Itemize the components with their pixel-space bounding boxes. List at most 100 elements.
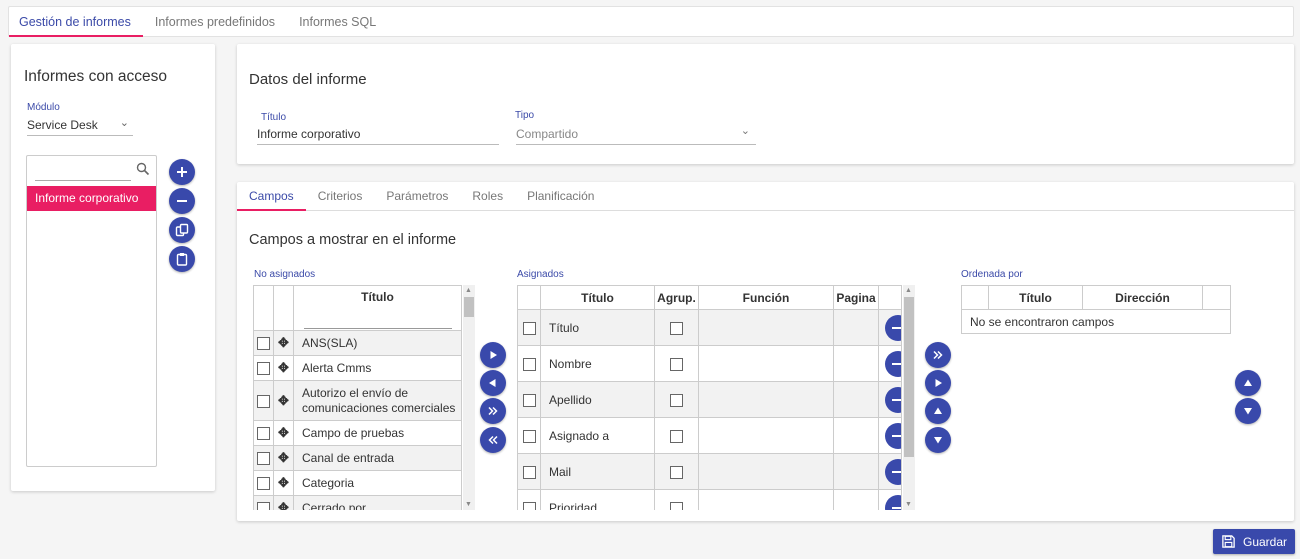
page-cell[interactable] xyxy=(833,417,879,454)
remove-icon xyxy=(892,507,901,509)
scroll-up-icon[interactable]: ▲ xyxy=(905,287,912,294)
group-checkbox[interactable] xyxy=(670,357,683,371)
function-cell[interactable] xyxy=(698,309,834,346)
tab-informes-predefinidos[interactable]: Informes predefinidos xyxy=(143,7,287,36)
group-checkbox[interactable] xyxy=(670,501,683,510)
unassigned-row[interactable]: ✥ Alerta Cmms xyxy=(253,355,462,381)
scroll-down-icon[interactable]: ▼ xyxy=(905,501,912,508)
row-checkbox[interactable] xyxy=(257,452,270,466)
search-icon[interactable] xyxy=(136,162,150,176)
drag-handle-icon[interactable]: ✥ xyxy=(273,495,294,510)
remove-report-button[interactable] xyxy=(169,188,195,214)
drag-handle-icon[interactable]: ✥ xyxy=(273,445,294,471)
assigned-row[interactable]: Prioridad xyxy=(517,489,902,510)
row-title: ANS(SLA) xyxy=(293,330,462,356)
group-checkbox[interactable] xyxy=(670,465,683,479)
remove-field-button[interactable] xyxy=(885,315,901,341)
unassigned-row[interactable]: ✥ Cerrado por xyxy=(253,495,462,510)
drag-handle-icon[interactable]: ✥ xyxy=(273,470,294,496)
row-checkbox[interactable] xyxy=(257,337,270,351)
module-select[interactable]: Service Desk ⌄ xyxy=(27,117,133,136)
tab-campos[interactable]: Campos xyxy=(237,182,306,211)
function-cell[interactable] xyxy=(698,381,834,418)
page-cell[interactable] xyxy=(833,345,879,382)
save-button[interactable]: Guardar xyxy=(1213,529,1295,554)
unassigned-scrollbar[interactable]: ▲ ▼ xyxy=(463,285,475,510)
group-checkbox[interactable] xyxy=(670,321,683,335)
tab-criterios[interactable]: Criterios xyxy=(306,182,375,210)
assigned-row[interactable]: Asignado a xyxy=(517,417,902,454)
assigned-row[interactable]: Título xyxy=(517,309,902,346)
page-cell[interactable] xyxy=(833,453,879,490)
drag-handle-icon[interactable]: ✥ xyxy=(273,380,294,421)
remove-field-button[interactable] xyxy=(885,423,901,449)
tab-parametros[interactable]: Parámetros xyxy=(374,182,460,210)
assigned-row[interactable]: Mail xyxy=(517,453,902,490)
unassigned-row[interactable]: ✥ Categoria xyxy=(253,470,462,496)
page-cell[interactable] xyxy=(833,381,879,418)
remove-field-button[interactable] xyxy=(885,387,901,413)
type-select[interactable]: Compartido ⌄ xyxy=(516,125,756,145)
function-cell[interactable] xyxy=(698,453,834,490)
report-list-item[interactable]: Informe corporativo xyxy=(27,186,156,211)
unassigned-row[interactable]: ✥ Campo de pruebas xyxy=(253,420,462,446)
add-report-button[interactable] xyxy=(169,159,195,185)
function-cell[interactable] xyxy=(698,345,834,382)
row-checkbox[interactable] xyxy=(522,429,536,443)
title-filter-input[interactable] xyxy=(303,314,452,329)
row-checkbox[interactable] xyxy=(257,502,270,510)
move-field-up-button[interactable] xyxy=(925,398,951,424)
sort-down-button[interactable] xyxy=(1235,398,1261,424)
add-to-order-button[interactable] xyxy=(925,370,951,396)
assigned-scrollbar[interactable]: ▲ ▼ xyxy=(903,285,915,510)
function-cell[interactable] xyxy=(698,417,834,454)
tab-planificacion[interactable]: Planificación xyxy=(515,182,606,210)
sort-up-button[interactable] xyxy=(1235,370,1261,396)
row-checkbox[interactable] xyxy=(522,321,536,335)
move-left-button[interactable] xyxy=(480,370,506,396)
row-checkbox[interactable] xyxy=(522,501,536,510)
move-all-right-button[interactable] xyxy=(480,398,506,424)
remove-field-button[interactable] xyxy=(885,459,901,485)
row-checkbox[interactable] xyxy=(522,357,536,371)
move-field-down-button[interactable] xyxy=(925,427,951,453)
row-checkbox[interactable] xyxy=(522,393,536,407)
group-checkbox[interactable] xyxy=(670,429,683,443)
row-checkbox[interactable] xyxy=(257,477,270,491)
group-checkbox[interactable] xyxy=(670,393,683,407)
scroll-thumb[interactable] xyxy=(464,297,474,317)
report-search-input[interactable] xyxy=(35,164,131,181)
drag-handle-icon[interactable]: ✥ xyxy=(273,420,294,446)
row-checkbox[interactable] xyxy=(257,427,270,441)
tab-informes-sql[interactable]: Informes SQL xyxy=(287,7,388,36)
function-cell[interactable] xyxy=(698,489,834,510)
row-checkbox[interactable] xyxy=(257,394,270,408)
page-cell[interactable] xyxy=(833,489,879,510)
remove-field-button[interactable] xyxy=(885,351,901,377)
tab-roles[interactable]: Roles xyxy=(460,182,515,210)
unassigned-row[interactable]: ✥ Canal de entrada xyxy=(253,445,462,471)
remove-field-button[interactable] xyxy=(885,495,901,510)
scroll-up-icon[interactable]: ▲ xyxy=(465,287,472,294)
title-input[interactable]: Informe corporativo xyxy=(257,127,499,145)
drag-handle-icon[interactable]: ✥ xyxy=(273,355,294,381)
assigned-row[interactable]: Apellido xyxy=(517,381,902,418)
unassigned-row[interactable]: ✥ ANS(SLA) xyxy=(253,330,462,356)
copy-report-button[interactable] xyxy=(169,217,195,243)
row-check-cell xyxy=(253,495,274,510)
drag-handle-icon[interactable]: ✥ xyxy=(273,330,294,356)
scroll-down-icon[interactable]: ▼ xyxy=(465,501,472,508)
row-checkbox[interactable] xyxy=(257,362,270,376)
row-checkbox[interactable] xyxy=(522,465,536,479)
page-cell[interactable] xyxy=(833,309,879,346)
paste-report-button[interactable] xyxy=(169,246,195,272)
add-all-to-order-button[interactable] xyxy=(925,342,951,368)
group-cell xyxy=(654,453,699,490)
scroll-thumb[interactable] xyxy=(904,297,914,457)
assigned-label: Asignados xyxy=(517,269,564,280)
move-all-left-button[interactable] xyxy=(480,427,506,453)
move-right-button[interactable] xyxy=(480,342,506,368)
unassigned-row[interactable]: ✥ Autorizo el envío de comunicaciones com… xyxy=(253,380,462,421)
assigned-row[interactable]: Nombre xyxy=(517,345,902,382)
tab-gestion-informes[interactable]: Gestión de informes xyxy=(9,7,143,37)
